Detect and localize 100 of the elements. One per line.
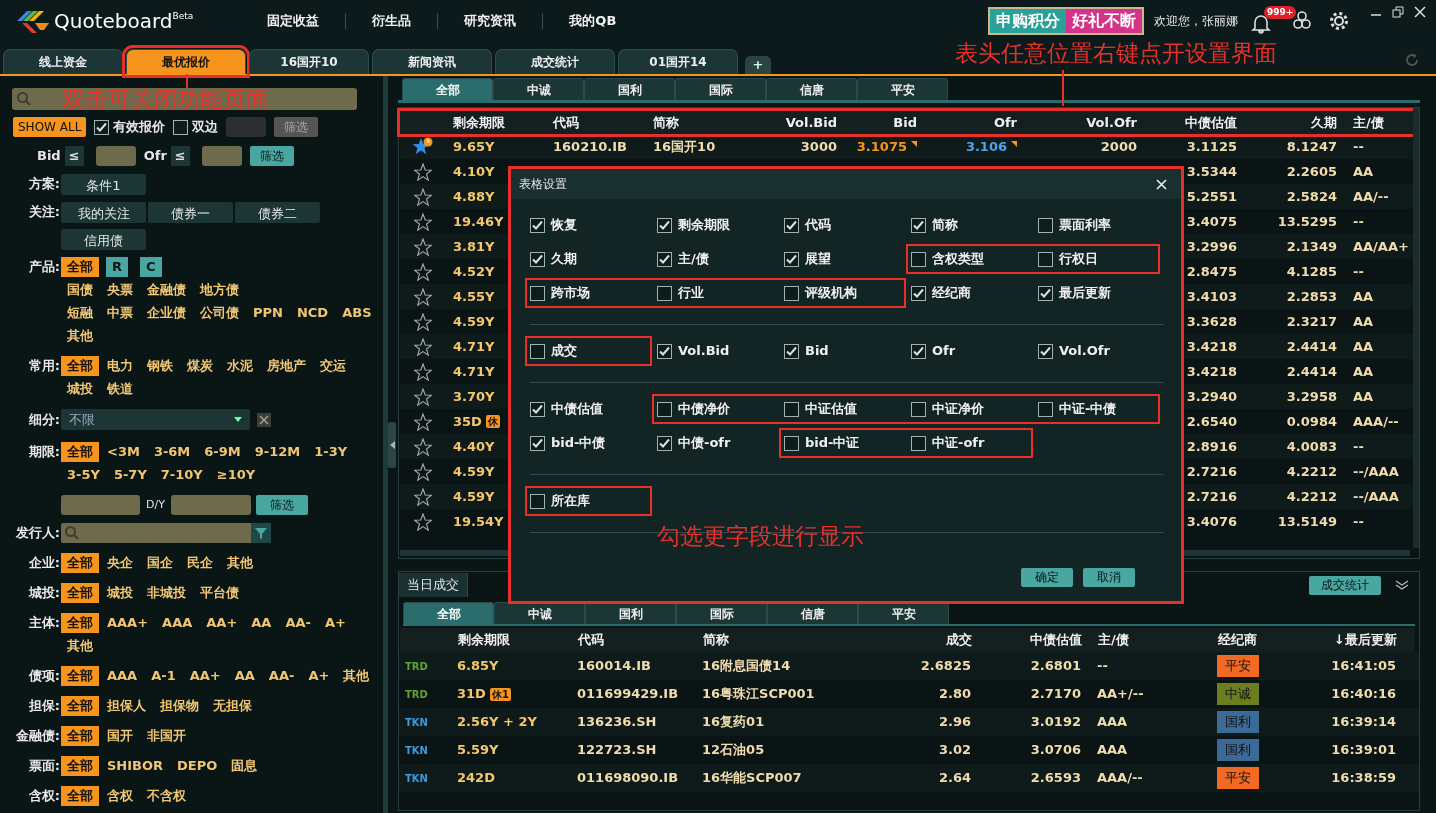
checkbox-option[interactable]: 票面利率 (1038, 215, 1155, 235)
filter-option[interactable]: NCD (290, 303, 335, 323)
collapse-handle[interactable] (388, 421, 396, 468)
filter-option[interactable]: A+ (302, 666, 336, 686)
filter-option[interactable]: 钢铁 (141, 356, 179, 376)
checkbox[interactable] (657, 343, 672, 359)
checkbox[interactable] (1038, 285, 1053, 301)
column-header[interactable]: 经纪商 (1210, 630, 1290, 650)
input-field[interactable] (95, 146, 136, 166)
filter-option[interactable]: AA- (279, 613, 317, 633)
filter-option[interactable]: 全部 (61, 583, 99, 603)
star-icon[interactable] (413, 362, 432, 381)
dialog-button[interactable]: 取消 (1083, 568, 1135, 587)
filter-option[interactable]: 无担保 (207, 696, 258, 716)
filter-option[interactable]: 公司债 (194, 303, 245, 323)
filter-option[interactable]: 5-7Y (107, 465, 153, 485)
tab[interactable]: 01国开14 (618, 49, 738, 74)
star-icon[interactable] (413, 262, 432, 281)
filter-option[interactable]: 央企 (101, 553, 139, 573)
checkbox-option[interactable]: 恢复 (530, 215, 657, 235)
promo-banner[interactable]: 申购积分 好礼不断 (988, 7, 1144, 35)
filter-option[interactable]: 全部 (61, 553, 99, 573)
filter-option[interactable]: AAA+ (101, 613, 155, 633)
checkbox-option[interactable]: Ofr (911, 341, 1038, 361)
checkbox-option[interactable]: 行权日 (1038, 249, 1155, 269)
checkbox-option[interactable]: 最后更新 (1038, 283, 1155, 303)
menu-item[interactable]: 我的QB (543, 13, 643, 29)
checkbox-option[interactable]: Vol.Bid (657, 341, 784, 361)
filter-option[interactable]: 短融 (61, 303, 99, 323)
checkbox-option[interactable]: 中证-中债 (1038, 399, 1155, 419)
checkbox[interactable] (1038, 343, 1053, 359)
checkbox[interactable] (530, 343, 545, 359)
filter-option[interactable]: AA (228, 666, 261, 686)
column-header[interactable]: 中债估值 (1145, 112, 1245, 133)
column-header[interactable]: Vol.Ofr (1025, 112, 1145, 133)
input-field[interactable] (226, 117, 267, 137)
tab[interactable]: 平安 (858, 602, 949, 624)
filter-option[interactable]: AA+ (200, 613, 244, 633)
filter-option[interactable]: 全部 (61, 696, 99, 716)
checkbox[interactable] (784, 343, 799, 359)
checkbox[interactable] (657, 401, 672, 417)
checkbox[interactable] (657, 285, 672, 301)
filter-option[interactable]: AA- (262, 666, 301, 686)
checkbox[interactable] (657, 251, 672, 267)
refresh-icon[interactable] (1404, 52, 1420, 68)
star-icon[interactable] (413, 462, 432, 481)
column-header[interactable]: Vol.Bid (745, 112, 845, 133)
checkbox-option[interactable]: 所在库 (530, 491, 647, 511)
input-field[interactable] (170, 495, 251, 515)
tab[interactable]: 中诚 (494, 602, 585, 624)
filter-option[interactable]: 平台债 (194, 583, 245, 603)
operator-button[interactable]: ≤ (170, 146, 190, 166)
filter-option[interactable]: 交运 (314, 356, 352, 376)
checkbox[interactable] (657, 217, 672, 233)
tab[interactable]: 国际 (675, 78, 766, 100)
close-icon[interactable] (1414, 6, 1426, 18)
filter-button[interactable]: 债券二 (235, 201, 320, 223)
filter-option[interactable]: 铁道 (101, 379, 139, 399)
column-header[interactable]: 成交 (855, 630, 980, 650)
checkbox-option[interactable]: 中债-ofr (657, 433, 774, 453)
checkbox-option[interactable]: Vol.Ofr (1038, 341, 1155, 361)
filter-option[interactable]: 9-12M (248, 442, 307, 462)
filter-option[interactable]: 其他 (61, 636, 99, 656)
star-icon[interactable] (413, 312, 432, 331)
checkbox[interactable] (530, 285, 545, 301)
dialog-button[interactable]: 确定 (1021, 568, 1073, 587)
filter-button[interactable]: 筛选 (255, 495, 308, 515)
filter-option[interactable]: 1-3Y (308, 442, 354, 462)
filter-option[interactable]: <3M (101, 442, 146, 462)
checkbox[interactable] (911, 343, 926, 359)
tab[interactable]: 全部 (402, 78, 493, 100)
checkbox[interactable] (1038, 217, 1053, 233)
dropdown[interactable]: 不限 (61, 409, 250, 430)
checkbox-option[interactable]: 剩余期限 (657, 215, 784, 235)
column-header[interactable]: 剩余期限 (450, 630, 570, 650)
star-icon[interactable] (411, 136, 434, 157)
column-header[interactable]: 主/债 (1345, 112, 1415, 133)
checkbox[interactable] (530, 435, 545, 451)
checkbox[interactable] (530, 401, 545, 417)
column-header[interactable]: Ofr (925, 112, 1025, 133)
tab[interactable]: 平安 (857, 78, 948, 100)
checkbox[interactable] (784, 285, 799, 301)
checkbox[interactable] (530, 251, 545, 267)
column-header[interactable]: 简称 (645, 112, 745, 133)
checkbox-option[interactable]: Bid (784, 341, 911, 361)
checkbox[interactable] (657, 435, 672, 451)
checkbox-option[interactable]: 有效报价 (94, 117, 166, 137)
stats-button[interactable]: 成交统计 (1309, 575, 1381, 595)
filter-option[interactable]: ABS (336, 303, 378, 323)
filter-option[interactable]: AA+ (183, 666, 227, 686)
filter-option[interactable]: 城投 (61, 379, 99, 399)
checkbox[interactable] (911, 435, 926, 451)
checkbox[interactable] (94, 119, 110, 135)
filter-button[interactable]: 条件1 (61, 173, 146, 195)
operator-button[interactable]: ≤ (64, 146, 84, 166)
filter-option[interactable]: 民企 (181, 553, 219, 573)
table-header[interactable]: 剩余期限 代码 简称 Vol.Bid Bid Ofr Vol.Ofr 中债估值 久期 主/债 (400, 111, 1415, 134)
menu-item[interactable]: 固定收益 (241, 13, 347, 29)
star-icon[interactable] (413, 337, 432, 356)
star-icon[interactable] (413, 487, 432, 506)
